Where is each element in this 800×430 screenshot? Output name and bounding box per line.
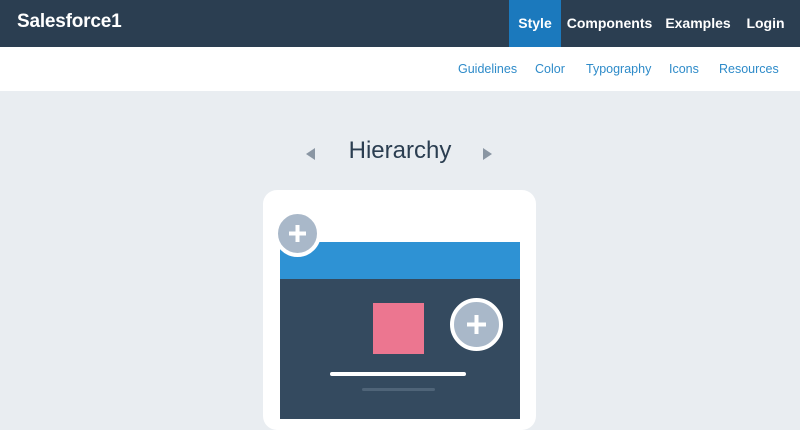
add-button-inner[interactable] [450, 298, 503, 351]
plus-icon [467, 315, 486, 334]
subnav-guidelines[interactable]: Guidelines [458, 47, 517, 91]
subnav-icons[interactable]: Icons [669, 47, 699, 91]
brand-logo[interactable]: Salesforce1 [17, 11, 122, 33]
plus-icon [289, 225, 306, 242]
nav-login[interactable]: Login [738, 0, 793, 47]
subnav-typography[interactable]: Typography [586, 47, 651, 91]
subnav-resources[interactable]: Resources [719, 47, 779, 91]
subnav-color[interactable]: Color [535, 47, 565, 91]
nav-style[interactable]: Style [509, 0, 561, 47]
next-arrow-icon[interactable] [483, 148, 492, 160]
mock-content-square [373, 303, 424, 354]
nav-components[interactable]: Components [561, 0, 658, 47]
mock-text-line-secondary [362, 388, 435, 391]
nav-examples[interactable]: Examples [658, 0, 738, 47]
mock-text-line-primary [330, 372, 466, 376]
top-navigation-bar: Salesforce1 Style Components Examples Lo… [0, 0, 800, 47]
add-button-top[interactable] [274, 210, 321, 257]
page-title: Hierarchy [348, 137, 452, 164]
previous-arrow-icon[interactable] [306, 148, 315, 160]
sub-navigation-bar: Guidelines Color Typography Icons Resour… [0, 47, 800, 91]
